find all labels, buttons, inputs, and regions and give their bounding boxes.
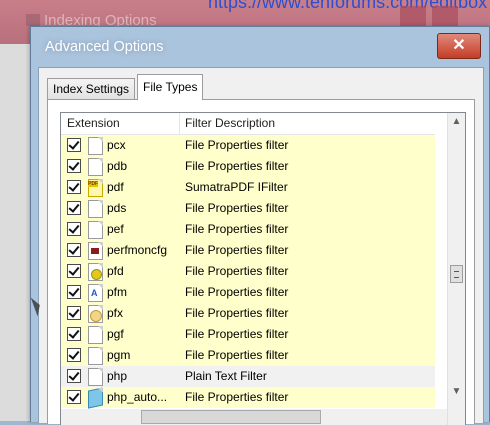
- table-row[interactable]: pcx File Properties filter: [61, 135, 435, 156]
- window-app-icon: [26, 14, 40, 26]
- filter-description-cell: File Properties filter: [185, 264, 289, 278]
- extension-cell: pfd: [107, 264, 124, 278]
- blank-file-icon: [88, 221, 103, 239]
- file-type-list[interactable]: Extension Filter Description pcx File Pro…: [60, 112, 466, 425]
- blank-file-icon: [88, 347, 103, 365]
- table-row[interactable]: pfx File Properties filter: [61, 303, 435, 324]
- table-row[interactable]: pds File Properties filter: [61, 198, 435, 219]
- vertical-scrollbar[interactable]: ▲ ▼: [447, 113, 465, 425]
- blank-file-icon: [88, 200, 103, 218]
- extension-cell: perfmoncfg: [107, 243, 168, 257]
- row-checkbox[interactable]: [67, 348, 81, 362]
- column-header-extension[interactable]: Extension: [61, 113, 180, 134]
- tab-file-types[interactable]: File Types: [137, 74, 204, 100]
- extension-cell: php: [107, 369, 128, 383]
- row-checkbox[interactable]: [67, 306, 81, 320]
- scroll-thumb[interactable]: [450, 265, 463, 283]
- filter-description-cell: File Properties filter: [185, 348, 289, 362]
- row-checkbox[interactable]: [67, 390, 81, 404]
- extension-cell: pdf: [107, 180, 124, 194]
- pfd-file-icon: [88, 263, 103, 281]
- row-checkbox[interactable]: [67, 222, 81, 236]
- extension-cell: pcx: [107, 138, 126, 152]
- filter-description-cell: File Properties filter: [185, 327, 289, 341]
- filter-description-cell: Plain Text Filter: [185, 369, 267, 383]
- dialog-title: Advanced Options: [45, 39, 164, 55]
- table-row[interactable]: php Plain Text Filter: [61, 366, 435, 387]
- table-row[interactable]: perfmoncfg File Properties filter: [61, 240, 435, 261]
- filter-description-cell: File Properties filter: [185, 222, 289, 236]
- blank-file-icon: [88, 368, 103, 386]
- row-checkbox[interactable]: [67, 138, 81, 152]
- pdf-file-icon: [88, 179, 103, 197]
- scroll-down-icon[interactable]: ▼: [448, 383, 465, 400]
- table-row[interactable]: pdb File Properties filter: [61, 156, 435, 177]
- advanced-options-dialog: Advanced Options ✕ Index Settings File T…: [30, 26, 490, 425]
- background-dropdown-button[interactable]: [400, 6, 426, 28]
- filter-description-cell: File Properties filter: [185, 243, 289, 257]
- scroll-up-icon[interactable]: ▲: [448, 113, 465, 130]
- row-checkbox[interactable]: [67, 159, 81, 173]
- table-row[interactable]: pef File Properties filter: [61, 219, 435, 240]
- row-checkbox[interactable]: [67, 180, 81, 194]
- php-auto-file-icon: [88, 387, 103, 409]
- blank-file-icon: [88, 326, 103, 344]
- filter-description-cell: File Properties filter: [185, 138, 289, 152]
- dialog-client-area: Index Settings File Types Extension Filt…: [38, 67, 484, 425]
- file-types-panel: Extension Filter Description pcx File Pro…: [47, 99, 475, 425]
- extension-cell: pfm: [107, 285, 128, 299]
- row-checkbox[interactable]: [67, 201, 81, 215]
- blank-file-icon: [88, 137, 103, 155]
- blank-file-icon: [88, 158, 103, 176]
- horizontal-scrollbar[interactable]: [61, 409, 447, 425]
- filter-description-cell: File Properties filter: [185, 285, 289, 299]
- table-row[interactable]: pdf SumatraPDF IFilter: [61, 177, 435, 198]
- background-window-strip: [0, 44, 30, 421]
- certificate-file-icon: [88, 305, 103, 323]
- row-checkbox[interactable]: [67, 264, 81, 278]
- table-row[interactable]: pfd File Properties filter: [61, 261, 435, 282]
- extension-cell: pds: [107, 201, 127, 215]
- table-row[interactable]: pfm File Properties filter: [61, 282, 435, 303]
- close-button[interactable]: ✕: [437, 33, 481, 59]
- table-row[interactable]: pgf File Properties filter: [61, 324, 435, 345]
- row-checkbox[interactable]: [67, 285, 81, 299]
- extension-cell: pgm: [107, 348, 131, 362]
- row-checkbox[interactable]: [67, 243, 81, 257]
- font-file-icon: [88, 284, 103, 302]
- table-row[interactable]: pgm File Properties filter: [61, 345, 435, 366]
- horizontal-scroll-thumb[interactable]: [141, 410, 321, 424]
- table-row[interactable]: php_auto... File Properties filter: [61, 387, 435, 409]
- extension-cell: pfx: [107, 306, 124, 320]
- background-extra-button[interactable]: [432, 6, 458, 28]
- row-checkbox[interactable]: [67, 369, 81, 383]
- filter-description-cell: SumatraPDF IFilter: [185, 180, 288, 194]
- extension-cell: php_auto...: [107, 390, 168, 404]
- filter-description-cell: File Properties filter: [185, 159, 289, 173]
- list-rows: pcx File Properties filter pdb File Propert…: [61, 135, 435, 409]
- perfmon-file-icon: [88, 242, 103, 260]
- extension-cell: pgf: [107, 327, 124, 341]
- filter-description-cell: File Properties filter: [185, 306, 289, 320]
- filter-description-cell: File Properties filter: [185, 390, 289, 404]
- column-header-filter-description[interactable]: Filter Description: [179, 113, 435, 134]
- extension-cell: pdb: [107, 159, 128, 173]
- row-checkbox[interactable]: [67, 327, 81, 341]
- list-header: Extension Filter Description: [61, 113, 435, 135]
- filter-description-cell: File Properties filter: [185, 201, 289, 215]
- extension-cell: pef: [107, 222, 124, 236]
- tab-index-settings[interactable]: Index Settings: [47, 78, 136, 99]
